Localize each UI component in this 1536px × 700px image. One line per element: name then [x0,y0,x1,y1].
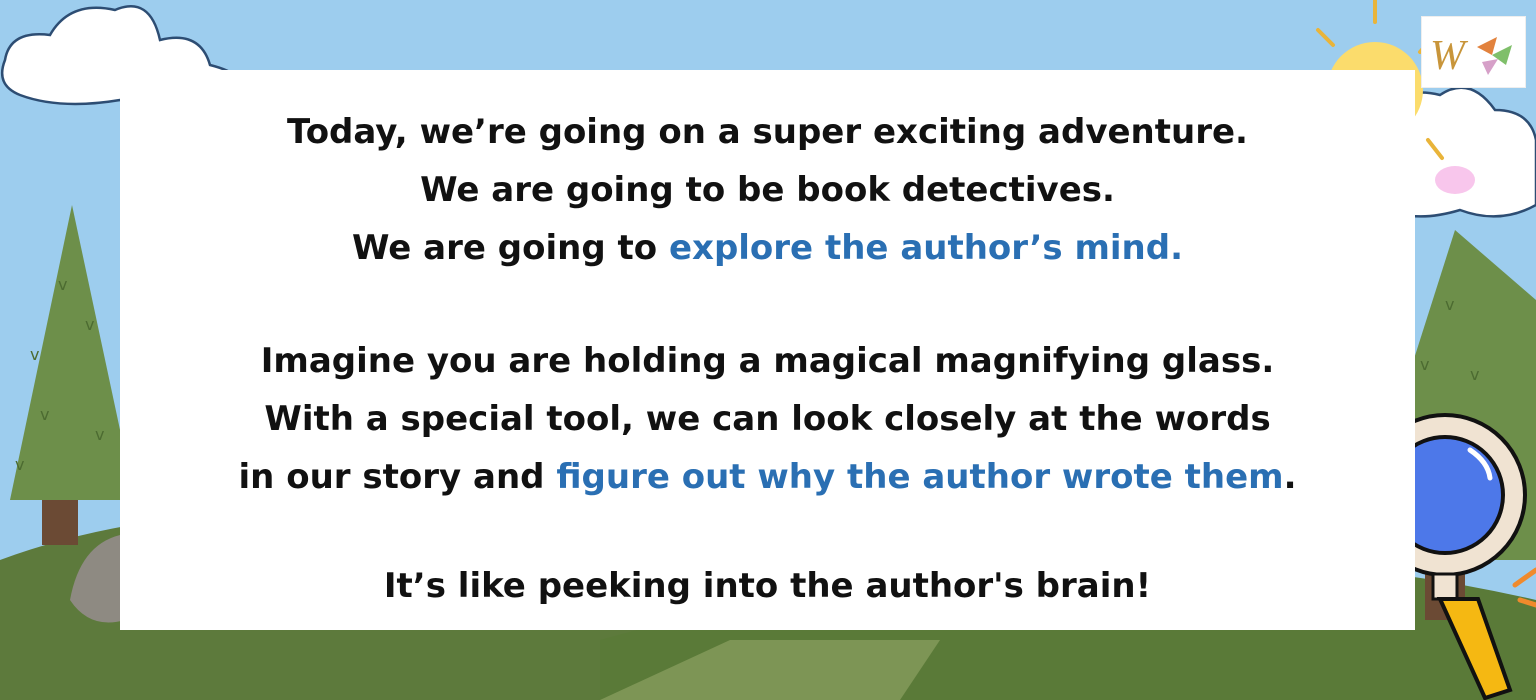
svg-text:v: v [40,405,49,424]
paragraph-1-line-3-prefix: We are going to [351,228,669,268]
svg-text:v: v [1445,295,1454,314]
logo-icon: W [1421,16,1526,88]
paragraph-1-line-3: We are going to explore the author’s min… [120,219,1415,277]
svg-text:v: v [15,455,24,474]
figure-out-highlight: figure out why the author wrote them [556,457,1284,497]
svg-text:v: v [58,275,67,294]
svg-text:v: v [1470,365,1479,384]
svg-text:W: W [1430,33,1469,79]
svg-text:v: v [1420,355,1429,374]
paragraph-2: Imagine you are holding a magical magnif… [120,332,1415,506]
paragraph-2-line-3: in our story and figure out why the auth… [120,448,1415,506]
svg-text:v: v [85,315,94,334]
paragraph-3-line-1: It’s like peeking into the author's brai… [383,566,1152,606]
message-panel: Today, we’re going on a super exciting a… [120,70,1415,630]
paragraph-1-line-2: We are going to be book detectives. [420,170,1115,210]
explore-author-mind-highlight: explore the author’s mind. [668,228,1184,268]
paragraph-1: Today, we’re going on a super exciting a… [120,103,1415,277]
paragraph-2-line-3-suffix: . [1283,457,1297,497]
paragraph-3: It’s like peeking into the author's brai… [120,557,1415,615]
svg-text:v: v [30,345,39,364]
svg-text:v: v [95,425,104,444]
paragraph-2-line-1: Imagine you are holding a magical magnif… [260,341,1275,381]
paragraph-2-line-3-prefix: in our story and [238,457,557,497]
paragraph-1-line-1: Today, we’re going on a super exciting a… [287,112,1248,152]
paragraph-2-line-2: With a special tool, we can look closely… [264,399,1271,439]
